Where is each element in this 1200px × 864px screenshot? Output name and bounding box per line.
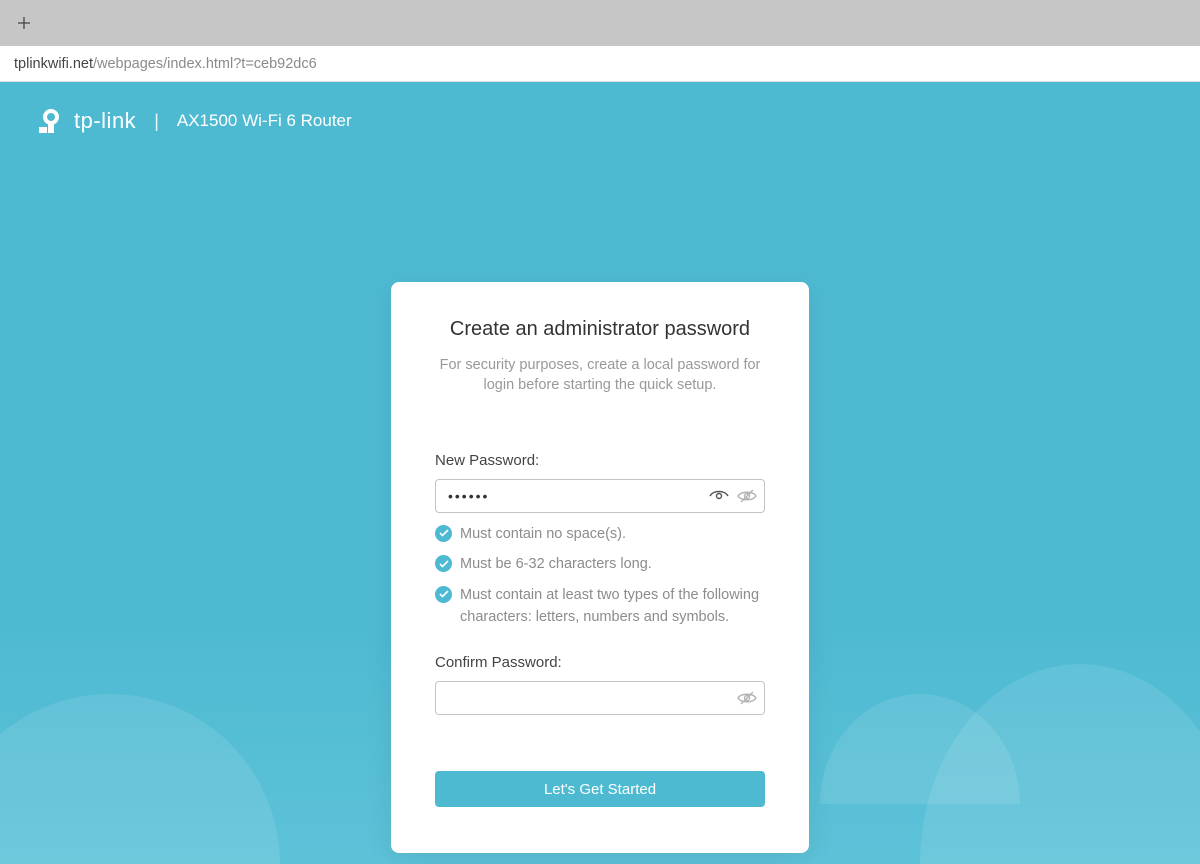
confirm-password-input[interactable] [435,681,765,715]
card-subtitle: For security purposes, create a local pa… [435,355,765,396]
requirement-text: Must contain at least two types of the f… [460,584,765,629]
password-input-icons [737,691,757,705]
requirement-item: Must contain at least two types of the f… [435,584,765,629]
requirement-item: Must be 6-32 characters long. [435,553,765,575]
check-icon [435,525,452,542]
browser-tab-strip [0,0,1200,46]
url-path: /webpages/index.html?t=ceb92dc6 [93,56,317,72]
brand-name: tp-link [74,108,136,134]
check-icon [435,586,452,603]
address-bar[interactable]: tplinkwifi.net/webpages/index.html?t=ceb… [0,46,1200,82]
confirm-password-label: Confirm Password: [435,654,765,671]
brand-logo: tp-link [36,106,136,136]
password-input-icons [709,489,757,503]
new-tab-button[interactable] [12,11,36,35]
url-host: tplinkwifi.net [14,56,93,72]
plus-icon [17,16,31,30]
hide-password-icon[interactable] [737,691,757,705]
check-icon [435,555,452,572]
lets-get-started-button[interactable]: Let's Get Started [435,771,765,807]
tplink-logo-icon [36,106,66,136]
new-password-label: New Password: [435,452,765,469]
page-body: tp-link | AX1500 Wi-Fi 6 Router Create a… [0,82,1200,864]
password-requirements: Must contain no space(s). Must be 6-32 c… [435,523,765,629]
show-password-icon[interactable] [709,489,729,503]
requirement-item: Must contain no space(s). [435,523,765,545]
card-title: Create an administrator password [435,318,765,341]
header-divider: | [154,111,159,132]
hide-password-icon[interactable] [737,489,757,503]
product-name: AX1500 Wi-Fi 6 Router [177,111,352,131]
decor-cloud [0,694,280,864]
page-header: tp-link | AX1500 Wi-Fi 6 Router [0,82,1200,160]
requirement-text: Must contain no space(s). [460,523,626,545]
setup-card: Create an administrator password For sec… [391,282,809,853]
requirement-text: Must be 6-32 characters long. [460,553,652,575]
